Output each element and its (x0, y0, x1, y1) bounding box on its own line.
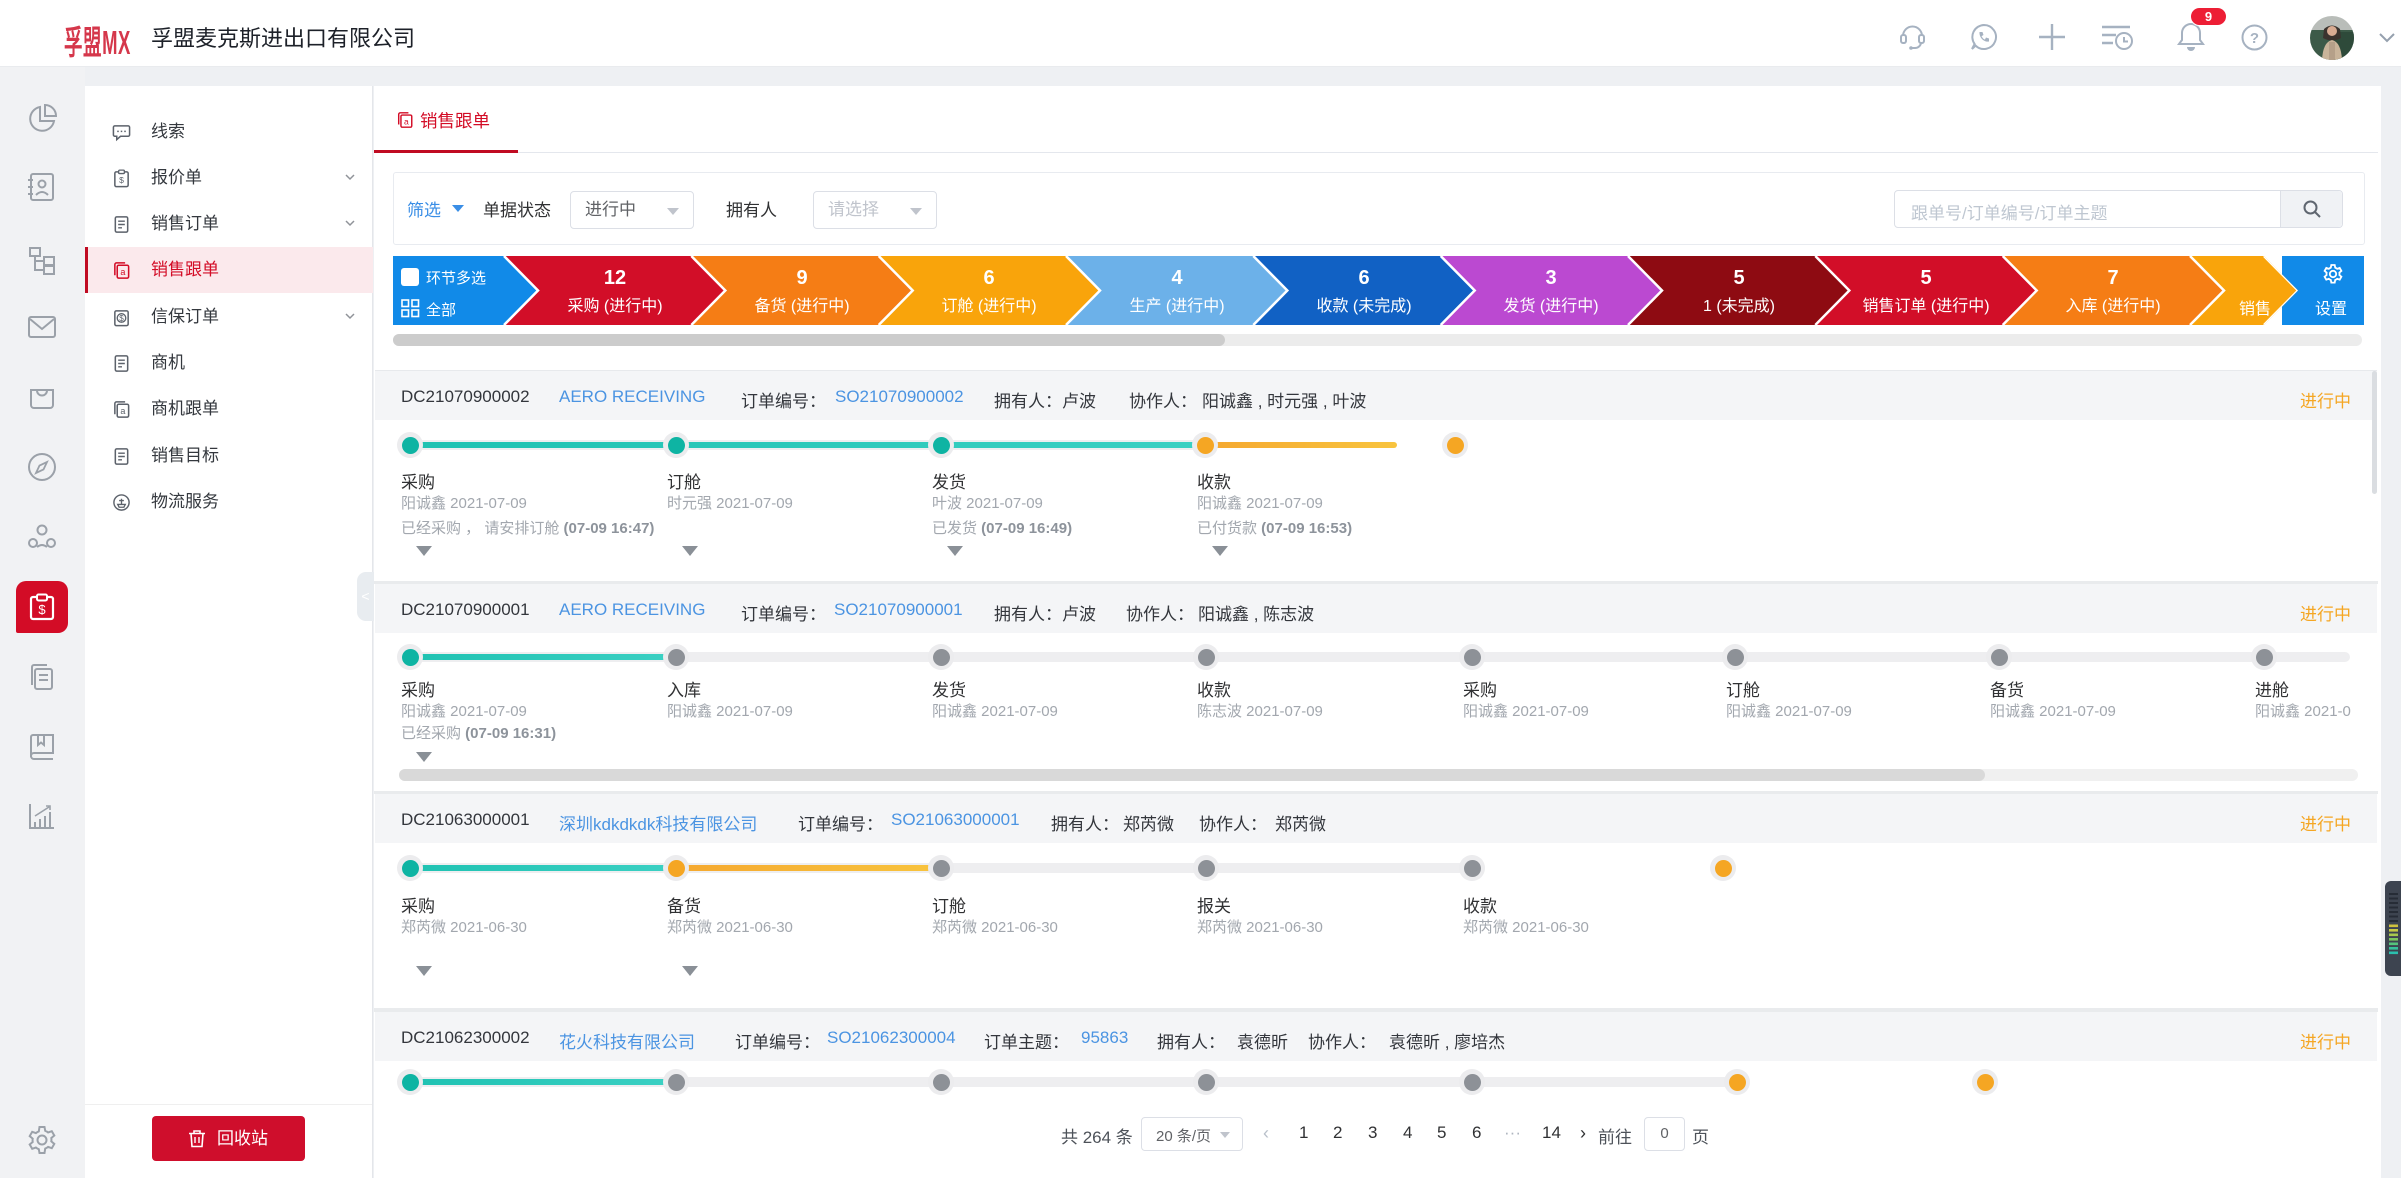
svg-text:生产 (进行中): 生产 (进行中) (1129, 297, 1224, 315)
svg-text:12: 12 (604, 267, 626, 289)
svg-text:6: 6 (983, 267, 994, 289)
svg-text:a: a (120, 267, 126, 277)
svg-text:发货 (进行中): 发货 (进行中) (1503, 297, 1598, 315)
svg-text:3: 3 (1545, 267, 1556, 289)
svg-text:收款 (未完成): 收款 (未完成) (1316, 297, 1411, 315)
svg-text:?: ? (2250, 30, 2259, 47)
svg-text:入库 (进行中): 入库 (进行中) (2065, 297, 2160, 315)
svg-text:$: $ (119, 314, 124, 323)
svg-text:订舱 (进行中): 订舱 (进行中) (941, 297, 1036, 315)
svg-text:5: 5 (1920, 267, 1931, 289)
svg-text:5: 5 (1733, 267, 1744, 289)
svg-text:$: $ (119, 175, 124, 185)
svg-text:设置: 设置 (2315, 300, 2347, 318)
svg-text:1 (未完成): 1 (未完成) (1703, 297, 1775, 315)
svg-text:全部: 全部 (426, 301, 456, 319)
svg-text:环节多选: 环节多选 (426, 270, 486, 287)
svg-text:6: 6 (1358, 267, 1369, 289)
svg-text:7: 7 (2107, 267, 2118, 289)
svg-text:9: 9 (796, 267, 807, 289)
svg-text:销售: 销售 (2239, 300, 2271, 318)
svg-text:采购 (进行中): 采购 (进行中) (567, 297, 662, 315)
svg-text:4: 4 (1171, 267, 1183, 289)
svg-text:$: $ (38, 602, 46, 617)
svg-text:a: a (120, 406, 126, 416)
svg-text:备货 (进行中): 备货 (进行中) (754, 297, 849, 315)
svg-text:销售订单 (进行中): 销售订单 (进行中) (1862, 297, 1989, 315)
svg-text:a: a (404, 116, 409, 126)
